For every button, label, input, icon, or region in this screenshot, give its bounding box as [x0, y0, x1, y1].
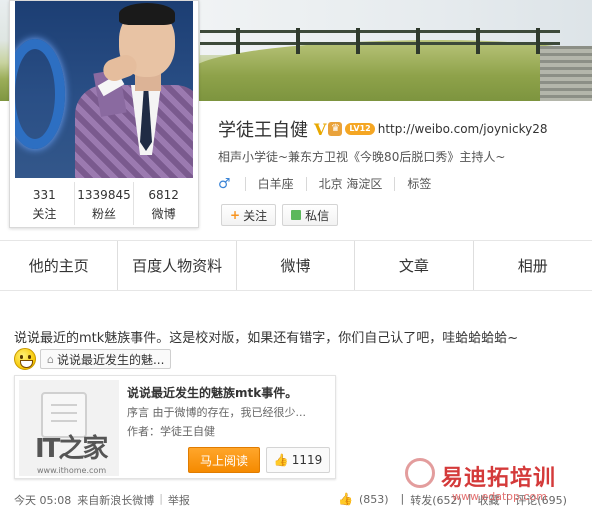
- post-text: 说说最近的mtk魅族事件。这是校对版，如果还有错字，你们自己认了吧，哇蛤蛤蛤蛤~: [14, 331, 519, 346]
- grin-emoji-icon: [14, 348, 36, 370]
- follow-label: 关注: [243, 208, 268, 223]
- avatar-bg-ring: [15, 39, 65, 149]
- constellation: 白羊座: [257, 177, 294, 191]
- report-link[interactable]: 举报: [168, 492, 190, 508]
- cover-stairs: [540, 46, 592, 101]
- watermark-site-name: 易迪拓培训: [441, 466, 557, 491]
- thumbnail-domain: www.ithome.com: [37, 466, 107, 475]
- article-preface: 序言 由于微博的存在，我已经很少...: [127, 406, 306, 419]
- message-icon: [291, 210, 302, 220]
- article-icon: ⌂: [47, 352, 54, 366]
- cover-fence-post: [476, 28, 480, 54]
- like-count: (853): [358, 493, 389, 506]
- avatar-hair: [119, 3, 175, 25]
- watermark-logo: [405, 458, 435, 488]
- divider: [305, 176, 307, 191]
- stat-following-count: 331: [32, 188, 56, 202]
- article-like-count: 1119: [291, 453, 323, 467]
- verified-icon[interactable]: V: [314, 120, 326, 139]
- cover-fence-post: [296, 28, 300, 54]
- stat-followers[interactable]: 1339845 粉丝: [75, 182, 135, 225]
- home-url-link[interactable]: http://weibo.com/joynicky28: [378, 122, 548, 136]
- post-time[interactable]: 今天 05:08: [14, 492, 71, 508]
- cover-fence-post: [356, 28, 360, 54]
- profile-tabs: 他的主页 百度人物资料 微博 文章 相册: [0, 240, 592, 291]
- cover-fence-rail-top: [200, 30, 560, 33]
- profile-meta: ♂ 白羊座 北京 海淀区 标签: [218, 175, 443, 192]
- gender-male-icon: ♂: [218, 175, 231, 192]
- article-author: 作者：学徒王自健: [127, 425, 215, 438]
- divider: |: [400, 492, 405, 505]
- stat-following[interactable]: 331 关注: [15, 182, 75, 225]
- stat-followers-count: 1339845: [77, 188, 131, 202]
- cover-fence-post: [416, 28, 420, 54]
- message-label: 私信: [305, 208, 330, 223]
- divider: [394, 176, 396, 191]
- avatar[interactable]: [15, 1, 193, 178]
- follow-button[interactable]: + 关注: [221, 204, 277, 226]
- tab-weibo[interactable]: 微博: [237, 241, 356, 290]
- cover-fence-rail-bottom: [200, 42, 560, 45]
- article-card[interactable]: IT之家 www.ithome.com 说说最近发生的魅族mtk事件。 序言 由…: [14, 375, 336, 479]
- stat-following-label: 关注: [32, 207, 57, 221]
- article-thumbnail[interactable]: IT之家 www.ithome.com: [19, 380, 119, 476]
- tab-baidu-profile[interactable]: 百度人物资料: [118, 241, 237, 290]
- tab-home[interactable]: 他的主页: [0, 241, 119, 290]
- thumbs-up-icon: 👍: [273, 453, 289, 467]
- plus-icon: +: [230, 208, 241, 222]
- like-action[interactable]: 👍 (853): [338, 492, 395, 508]
- location: 北京 海淀区: [318, 177, 383, 191]
- message-button[interactable]: 私信: [282, 204, 339, 226]
- stat-posts-label: 微博: [151, 207, 176, 221]
- profile-card: 331 关注 1339845 粉丝 6812 微博: [9, 0, 199, 228]
- article-title[interactable]: 说说最近发生的魅族mtk事件。: [127, 384, 297, 401]
- watermark-site-url: www.edatop.com: [452, 490, 547, 503]
- read-now-button[interactable]: 马上阅读: [188, 447, 260, 473]
- ithome-logo: IT之家: [35, 434, 108, 464]
- profile-actions: + 关注 私信: [221, 204, 344, 226]
- thumbs-up-icon: 👍: [338, 492, 353, 506]
- post-meta: 今天 05:08 来自新浪长微博 | 举报: [14, 492, 190, 508]
- divider: [244, 176, 246, 191]
- level-badge[interactable]: LV12: [345, 123, 375, 135]
- stat-posts-count: 6812: [148, 188, 179, 202]
- stat-followers-label: 粉丝: [92, 207, 117, 221]
- tab-albums[interactable]: 相册: [474, 241, 592, 290]
- stat-posts[interactable]: 6812 微博: [134, 182, 193, 225]
- profile-bio: 相声小学徒~兼东方卫视《今晚80后脱口秀》主持人~: [218, 150, 506, 164]
- article-tag-label: 说说最近发生的魅...: [56, 352, 165, 367]
- cover-fence-post: [236, 28, 240, 54]
- tab-articles[interactable]: 文章: [355, 241, 474, 290]
- profile-name: 学徒王自健: [218, 120, 308, 141]
- article-like-button[interactable]: 👍 1119: [266, 447, 330, 473]
- article-tag-chip[interactable]: ⌂ 说说最近发生的魅...: [40, 349, 172, 369]
- profile-stats: 331 关注 1339845 粉丝 6812 微博: [15, 182, 193, 225]
- profile-name-row: 学徒王自健 V ♛ LV12 http://weibo.com/joynicky…: [218, 116, 547, 142]
- post-source[interactable]: 来自新浪长微博: [77, 492, 154, 508]
- member-icon[interactable]: ♛: [328, 122, 343, 136]
- tags-link[interactable]: 标签: [407, 175, 431, 192]
- divider: |: [159, 492, 163, 505]
